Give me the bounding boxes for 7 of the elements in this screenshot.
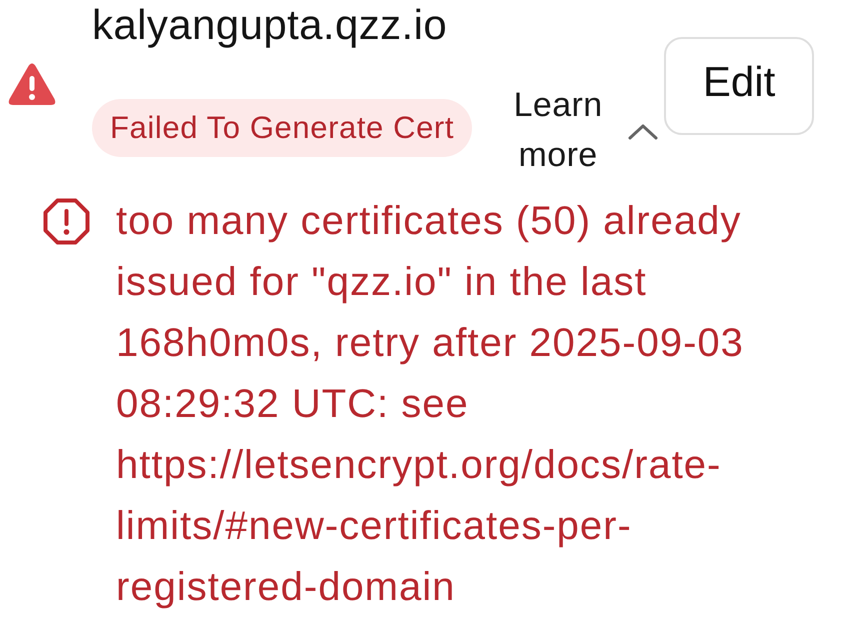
domain-title: kalyangupta.qzz.io <box>92 0 448 50</box>
error-octagon-icon <box>43 198 90 245</box>
status-badge: Failed To Generate Cert <box>92 99 472 157</box>
edit-button[interactable]: Edit <box>664 37 814 135</box>
learn-more-button[interactable]: Learn more <box>510 80 658 180</box>
error-message: too many certificates (50) already issued for "qzz.io" in the last 168h0m0s, retry after 2025-09-03 08:29:32 UTC: see https://letsencrypt.org/docs/rate-limits/#new-certificates-per-registered-domain <box>116 198 745 611</box>
warning-icon <box>8 63 56 106</box>
